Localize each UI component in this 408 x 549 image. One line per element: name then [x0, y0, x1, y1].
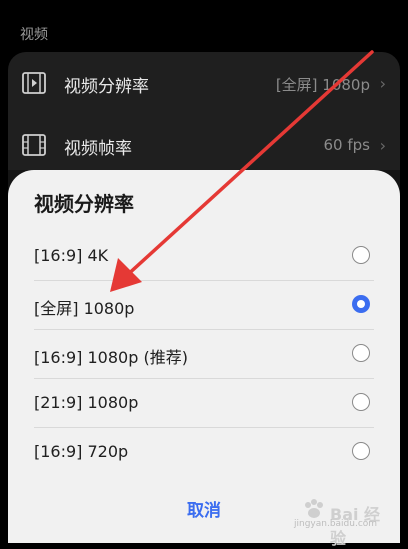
watermark-url: jingyan.baidu.com: [294, 519, 378, 529]
radio-button[interactable]: [352, 442, 370, 460]
option-label: [16:9] 720p: [34, 442, 129, 461]
setting-value-framerate: 60 fps: [323, 136, 370, 154]
resolution-bottom-sheet: 视频分辨率 [16:9] 4K [全屏] 1080p [16:9] 1080p …: [8, 170, 400, 548]
resolution-option[interactable]: [16:9] 1080p (推荐): [8, 330, 400, 380]
option-label: [16:9] 1080p (推荐): [34, 348, 188, 367]
resolution-option[interactable]: [全屏] 1080p: [8, 281, 400, 331]
setting-label-resolution: 视频分辨率: [64, 77, 149, 97]
resolution-option[interactable]: [21:9] 1080p: [8, 379, 400, 429]
watermark: Bai 经验 jingyan.baidu.com: [294, 499, 390, 548]
film-strip-icon: [22, 134, 46, 156]
radio-button[interactable]: [352, 393, 370, 411]
radio-button[interactable]: [352, 344, 370, 362]
radio-button[interactable]: [352, 295, 370, 313]
chevron-right-icon: ›: [379, 136, 386, 155]
chevron-right-icon: ›: [379, 74, 386, 93]
paw-icon: [305, 499, 323, 518]
video-file-icon: [22, 72, 46, 94]
resolution-option[interactable]: [16:9] 720p: [8, 428, 400, 478]
radio-button[interactable]: [352, 246, 370, 264]
setting-row-framerate[interactable]: 视频帧率 60 fps ›: [8, 114, 400, 176]
cancel-button[interactable]: 取消: [158, 492, 250, 524]
option-label: [21:9] 1080p: [34, 393, 139, 412]
setting-label-framerate: 视频帧率: [64, 139, 132, 159]
option-label: [全屏] 1080p: [34, 299, 135, 318]
setting-value-resolution: [全屏] 1080p: [275, 76, 370, 94]
setting-row-resolution[interactable]: 视频分辨率 [全屏] 1080p ›: [8, 52, 400, 114]
option-label: [16:9] 4K: [34, 246, 109, 265]
resolution-option[interactable]: [16:9] 4K: [8, 232, 400, 282]
section-label: 视频: [20, 27, 48, 43]
sheet-title: 视频分辨率: [34, 192, 134, 216]
